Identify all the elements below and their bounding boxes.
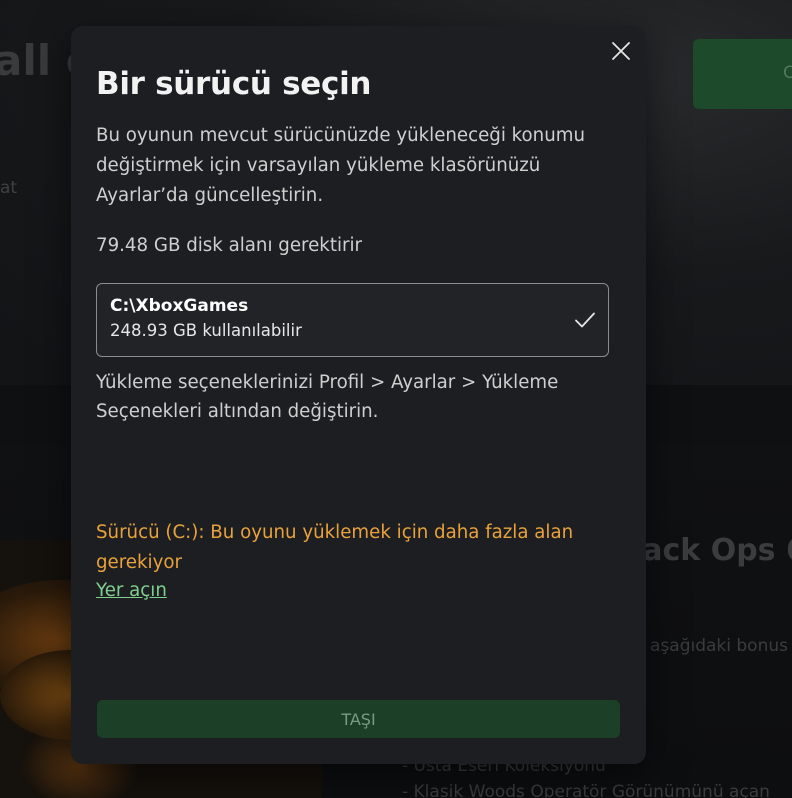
required-space-text: 79.48 GB disk alanı gerektirir [96,235,363,256]
background-primary-button: C [693,39,792,109]
select-drive-dialog: Bir sürücü seçin Bu oyunun mevcut sürücü… [71,26,646,764]
drive-path: C:\XboxGames [110,296,249,316]
drive-free-space: 248.93 GB kullanılabilir [110,321,302,340]
background-product-title: lack Ops 6 [632,533,792,568]
dialog-title: Bir sürücü seçin [96,66,372,102]
background-side-text: at [0,178,18,198]
background-text-line: - Klasik Woods Operatör Görünümünü açan [402,782,770,798]
dialog-description: Bu oyunun mevcut sürücünüzde yükleneceği… [96,125,585,206]
close-icon [612,42,630,60]
space-warning: Sürücü (C:): Bu oyunu yüklemek için daha… [96,522,574,573]
close-button[interactable] [606,36,636,66]
free-up-space-link[interactable]: Yer açın [96,580,167,601]
background-text-line: aşağıdaki bonus [650,636,788,656]
checkmark-icon [575,312,595,328]
drive-option-c[interactable]: C:\XboxGames 248.93 GB kullanılabilir [96,283,609,357]
settings-hint: Yükleme seçeneklerinizi Profil > Ayarlar… [96,372,559,422]
move-button[interactable]: TAŞI [97,700,620,738]
